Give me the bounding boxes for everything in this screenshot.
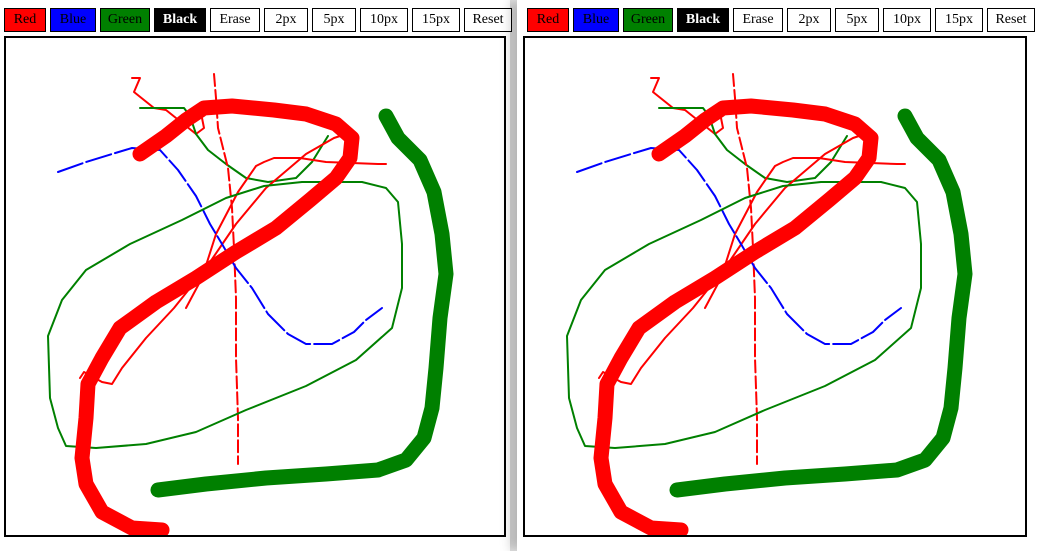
reset-button[interactable]: Reset xyxy=(987,8,1035,32)
drawing-panel-left: Red Blue Green Black Erase 2px 5px 10px … xyxy=(0,0,512,551)
brush-size-10px-button[interactable]: 10px xyxy=(883,8,931,32)
drawing-canvas[interactable] xyxy=(523,36,1027,537)
red-color-button[interactable]: Red xyxy=(4,8,46,32)
black-color-button[interactable]: Black xyxy=(677,8,729,32)
brush-size-5px-button[interactable]: 5px xyxy=(835,8,879,32)
toolbar: Red Blue Green Black Erase 2px 5px 10px … xyxy=(527,8,1035,32)
app-window: Red Blue Green Black Erase 2px 5px 10px … xyxy=(0,0,1062,551)
red-thick-stroke xyxy=(74,98,360,535)
drawing-strokes xyxy=(47,73,454,535)
brush-size-15px-button[interactable]: 15px xyxy=(935,8,983,32)
green-thin-loop xyxy=(566,181,922,449)
toolbar: Red Blue Green Black Erase 2px 5px 10px … xyxy=(4,8,512,32)
blue-color-button[interactable]: Blue xyxy=(50,8,96,32)
green-color-button[interactable]: Green xyxy=(623,8,673,32)
green-color-button[interactable]: Green xyxy=(100,8,150,32)
brush-size-15px-button[interactable]: 15px xyxy=(412,8,460,32)
reset-button[interactable]: Reset xyxy=(464,8,512,32)
drawing-panel-right: Red Blue Green Black Erase 2px 5px 10px … xyxy=(517,0,1062,551)
blue-color-button[interactable]: Blue xyxy=(573,8,619,32)
brush-size-5px-button[interactable]: 5px xyxy=(312,8,356,32)
drawing-canvas[interactable] xyxy=(4,36,506,537)
green-thin-loop xyxy=(47,181,403,449)
erase-button[interactable]: Erase xyxy=(733,8,783,32)
brush-size-2px-button[interactable]: 2px xyxy=(264,8,308,32)
red-color-button[interactable]: Red xyxy=(527,8,569,32)
drawing-strokes xyxy=(566,73,973,535)
erase-button[interactable]: Erase xyxy=(210,8,260,32)
brush-size-2px-button[interactable]: 2px xyxy=(787,8,831,32)
black-color-button[interactable]: Black xyxy=(154,8,206,32)
red-thick-stroke xyxy=(593,98,879,535)
brush-size-10px-button[interactable]: 10px xyxy=(360,8,408,32)
